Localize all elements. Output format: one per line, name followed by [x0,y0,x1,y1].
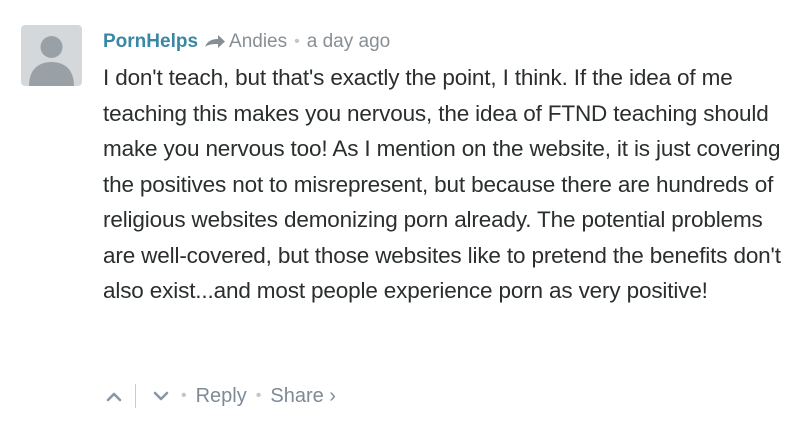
share-button[interactable]: Share › [270,385,336,408]
downvote-button[interactable] [150,385,172,407]
vote-divider [135,384,136,408]
avatar[interactable] [21,25,82,86]
footer-separator: • [255,387,262,404]
footer-separator: • [181,387,187,404]
comment-body: PornHelps Andies • a day ago I don't tea… [103,28,793,309]
chevron-up-icon [106,392,122,402]
comment-header: PornHelps Andies • a day ago [103,28,793,56]
chevron-down-icon [153,391,169,401]
comment-text: I don't teach, but that's exactly the po… [103,65,781,303]
comment: PornHelps Andies • a day ago I don't tea… [0,0,810,427]
upvote-button[interactable] [103,385,125,407]
parent-author-link[interactable]: Andies [229,31,287,53]
default-avatar-icon [29,36,74,86]
reply-arrow-icon [205,35,226,48]
author-link[interactable]: PornHelps [103,31,198,53]
meta-separator: • [294,33,300,50]
timestamp[interactable]: a day ago [307,31,390,53]
comment-footer: • Reply • Share › [103,380,336,412]
reply-button[interactable]: Reply [196,385,247,408]
